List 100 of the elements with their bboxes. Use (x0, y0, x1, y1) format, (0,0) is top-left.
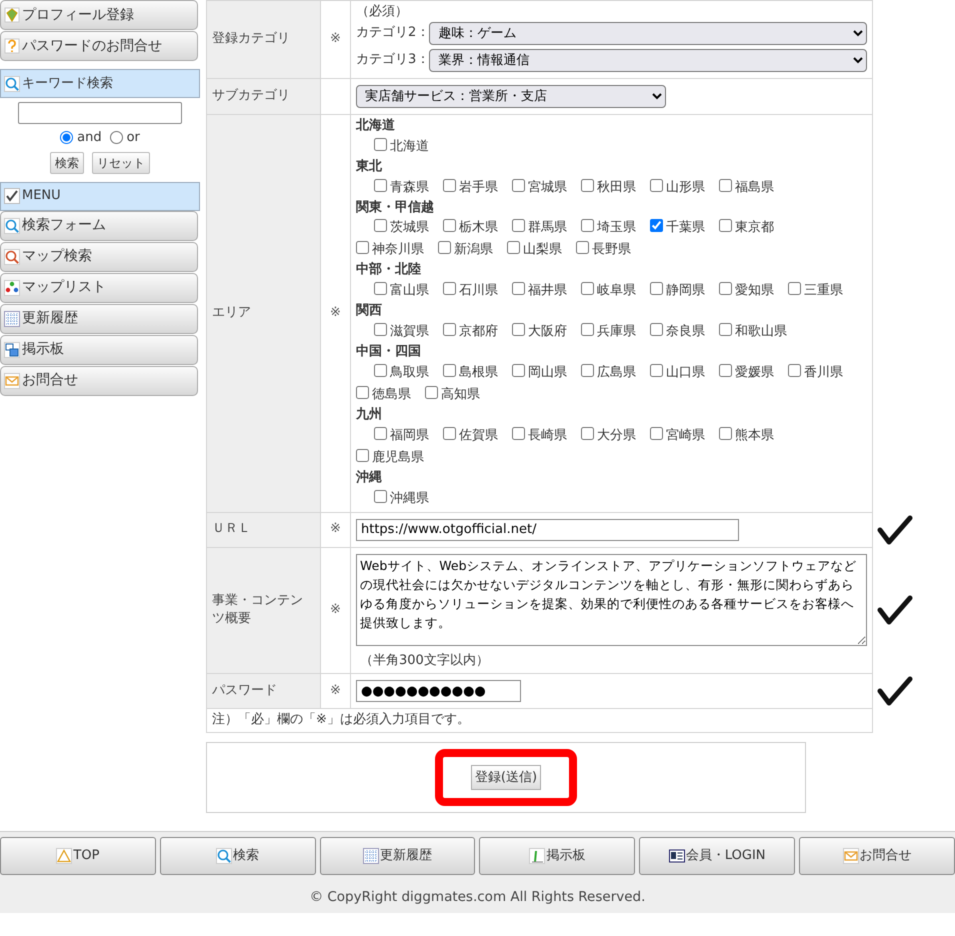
prefecture-checkbox[interactable] (356, 241, 369, 254)
prefecture-checkbox[interactable] (356, 448, 369, 462)
menu-item[interactable]: お問合せ (0, 366, 198, 396)
search-form-button[interactable]: リセット (92, 152, 150, 174)
region-heading: 北海道 (356, 116, 396, 135)
footer-nav-button[interactable]: TOP (0, 837, 156, 876)
prefecture-checkbox[interactable] (719, 219, 732, 232)
prefecture-checkbox[interactable] (512, 426, 525, 440)
subcategory-select[interactable]: 実店舗サービス：営業所・支店 (356, 84, 666, 108)
password-field[interactable]: ●●●●●●●●●●● (356, 680, 521, 702)
prefecture-checkbox[interactable] (374, 364, 387, 377)
prefecture-checkbox[interactable] (438, 241, 451, 254)
prefecture-checkbox[interactable] (443, 282, 456, 296)
prefecture-label: 長野県 (592, 242, 631, 258)
prefecture-label: 沖縄県 (390, 490, 429, 506)
prefecture-checkbox[interactable] (650, 282, 663, 296)
footer-nav-button[interactable]: 掲示板 (479, 837, 636, 876)
menu-item[interactable]: マップ検索 (0, 242, 198, 272)
radio-label: and (77, 129, 102, 147)
prefecture-checkbox[interactable] (374, 219, 387, 232)
prefecture-checkbox[interactable] (719, 323, 732, 336)
prefecture-checkbox[interactable] (512, 178, 525, 192)
prefecture-checkbox[interactable] (512, 364, 525, 377)
prefecture-checkbox[interactable] (650, 364, 663, 377)
prefecture-checkbox[interactable] (356, 386, 369, 399)
prefecture-checkbox[interactable] (719, 282, 732, 296)
prefecture-checkbox[interactable] (719, 178, 732, 192)
prefecture-checkbox[interactable] (719, 426, 732, 440)
prefecture-checkbox[interactable] (443, 219, 456, 232)
prefecture-checkbox[interactable] (581, 426, 594, 440)
footer-nav-button[interactable]: 更新履歴 (320, 837, 476, 876)
prefecture-checkbox[interactable] (581, 178, 594, 192)
prefecture-label: 大阪府 (528, 324, 567, 340)
radio-button[interactable] (60, 131, 74, 144)
keyword-field[interactable] (18, 102, 182, 124)
prefecture-checkbox[interactable] (581, 219, 594, 232)
menu-item[interactable]: 掲示板 (0, 334, 198, 364)
pencil-icon (529, 848, 546, 864)
prefecture-checkbox[interactable] (507, 241, 520, 254)
submit-button[interactable]: 登録(送信) (470, 764, 542, 790)
prefecture-label: 宮城県 (528, 180, 567, 195)
menu-item[interactable]: 更新履歴 (0, 304, 198, 334)
sidebar-button[interactable]: パスワードのお問合せ (0, 31, 198, 61)
category-select[interactable]: 趣味：ゲーム (429, 22, 866, 45)
field-label: パスワード (206, 674, 320, 709)
select-label: カテゴリ2： (356, 24, 430, 42)
required-mark: ※ (330, 31, 341, 46)
sidebar-button[interactable]: プロフィール登録 (0, 0, 198, 30)
prefecture-checkbox[interactable] (581, 364, 594, 377)
prefecture-label: 埼玉県 (597, 220, 636, 236)
prefecture-label: 福井県 (528, 283, 567, 298)
radio-button[interactable] (110, 131, 123, 144)
prefecture-checkbox[interactable] (719, 364, 732, 377)
section-header: MENU (0, 182, 200, 210)
region-heading: 東北 (356, 158, 383, 176)
url-field[interactable]: https://www.otgofficial.net/ (356, 518, 739, 541)
menu-item[interactable]: マップリスト (0, 272, 198, 302)
prefecture-checkbox[interactable] (443, 323, 456, 336)
footer-nav-button[interactable]: 検索 (160, 837, 316, 876)
prefecture-checkbox[interactable] (374, 490, 387, 503)
required-mark: ※ (330, 304, 341, 320)
summary-field[interactable]: Webサイト、Webシステム、オンラインストア、アプリケーションソフトウェアなどの現代社会には欠かせないデジタルコンテンツを軸とし、有形・無形に関わらずあらゆる角度からソリューションを提案、効果的で利便性のある各種サービスをお客様へ提供致します。 (356, 554, 866, 646)
prefecture-checkbox[interactable] (650, 219, 663, 232)
prefecture-label: 愛知県 (735, 283, 774, 298)
prefecture-checkbox[interactable] (581, 323, 594, 336)
prefecture-label: 佐賀県 (459, 428, 498, 443)
prefecture-label: 富山県 (390, 283, 429, 298)
search-form-button[interactable]: 検索 (50, 152, 84, 174)
footer-nav-button[interactable]: お問合せ (799, 837, 955, 876)
footer-nav-button[interactable]: 会員・LOGIN (639, 837, 796, 876)
prefecture-checkbox[interactable] (576, 241, 589, 254)
prefecture-checkbox[interactable] (512, 282, 525, 296)
prefecture-checkbox[interactable] (788, 364, 801, 377)
prefecture-label: 青森県 (390, 180, 429, 195)
grid-icon (4, 310, 20, 326)
copyright-text: © CopyRight diggmates.com All Rights Reserved. (308, 888, 646, 908)
prefecture-checkbox[interactable] (512, 323, 525, 336)
prefecture-checkbox[interactable] (425, 386, 438, 399)
grid-icon (363, 848, 380, 864)
prefecture-checkbox[interactable] (374, 138, 387, 151)
prefecture-label: 群馬県 (528, 220, 567, 236)
prefecture-checkbox[interactable] (374, 323, 387, 336)
map-pins-icon (4, 280, 20, 296)
prefecture-checkbox[interactable] (443, 364, 456, 377)
region-heading: 関東・甲信越 (356, 198, 435, 217)
prefecture-label: 福島県 (735, 180, 774, 195)
menu-item[interactable]: 検索フォーム (0, 210, 198, 240)
prefecture-checkbox[interactable] (581, 282, 594, 296)
prefecture-checkbox[interactable] (443, 178, 456, 192)
prefecture-checkbox[interactable] (650, 323, 663, 336)
category-select[interactable]: 業界：情報通信 (429, 48, 866, 72)
prefecture-checkbox[interactable] (788, 282, 801, 296)
prefecture-checkbox[interactable] (374, 178, 387, 192)
prefecture-checkbox[interactable] (374, 426, 387, 440)
prefecture-checkbox[interactable] (443, 426, 456, 440)
prefecture-checkbox[interactable] (650, 426, 663, 440)
prefecture-checkbox[interactable] (512, 219, 525, 232)
prefecture-checkbox[interactable] (650, 178, 663, 192)
prefecture-label: 大分県 (597, 428, 636, 443)
prefecture-checkbox[interactable] (374, 282, 387, 296)
